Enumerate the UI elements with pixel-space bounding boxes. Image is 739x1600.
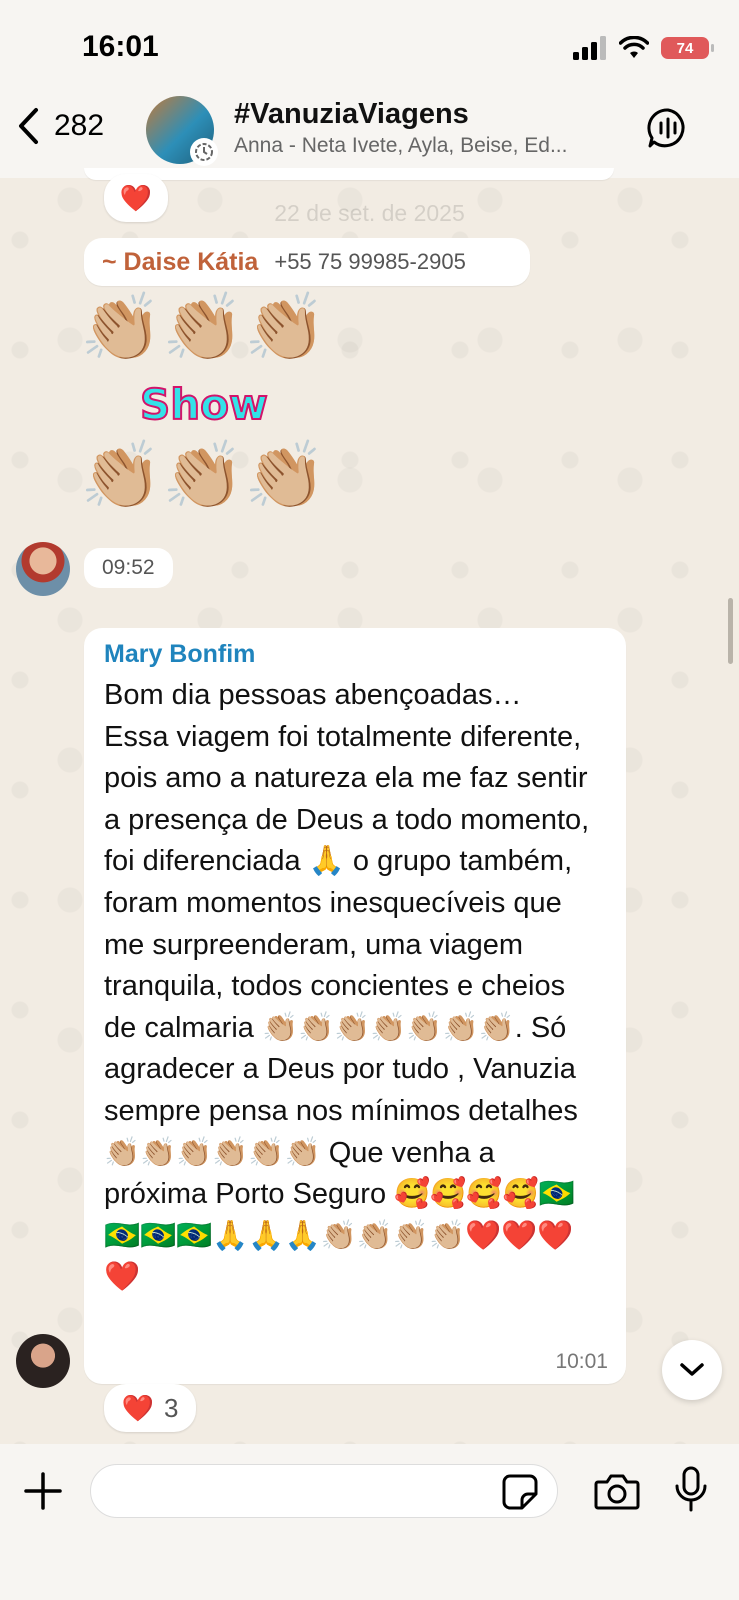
group-call-icon (647, 108, 685, 148)
scrollbar[interactable] (728, 598, 733, 664)
date-separator: 22 de set. de 2025 (274, 200, 465, 226)
microphone-icon (675, 1466, 707, 1512)
message-input[interactable] (90, 1464, 558, 1518)
message-time: 09:52 (84, 548, 173, 588)
group-call-button[interactable] (646, 106, 690, 155)
previous-message-bubble (84, 168, 614, 180)
attach-button[interactable] (24, 1472, 62, 1515)
compose-bar (0, 1444, 739, 1600)
sticker-text: Show (139, 379, 269, 430)
sender-header-bubble: ~ Daise Kátia +55 75 99985-2905 (84, 238, 530, 286)
group-members[interactable]: Anna - Neta Ivete, Ayla, Beise, Ed... (234, 134, 567, 158)
unread-count: 282 (54, 109, 105, 142)
camera-icon (594, 1474, 640, 1510)
back-button[interactable]: 282 (16, 106, 104, 146)
sender-phone[interactable]: +55 75 99985-2905 (274, 249, 465, 275)
battery-icon: 74 (661, 37, 714, 59)
camera-button[interactable] (594, 1472, 640, 1515)
sender-name[interactable]: ~ Daise Kátia (102, 248, 258, 277)
clap-sticker[interactable]: 👏🏼 👏🏼 👏🏼 Show 👏🏼 👏🏼 👏🏼 (80, 294, 350, 540)
message-text: Bom dia pessoas abençoadas… Essa viagem … (104, 679, 590, 1294)
clap-emoji: 👏🏼 (162, 438, 245, 512)
sticker-icon (502, 1474, 538, 1510)
status-time: 16:01 (82, 30, 159, 63)
wifi-icon (619, 36, 649, 58)
reaction-pill[interactable]: ❤️ 3 (104, 1384, 196, 1432)
sender-name[interactable]: Mary Bonfim (104, 640, 606, 669)
status-icons: 74 (573, 36, 714, 60)
clap-emoji: 👏🏼 (80, 438, 163, 512)
disappearing-timer-icon (190, 138, 218, 166)
avatar[interactable] (16, 542, 70, 596)
chat-header: 282 #VanuziaViagens Anna - Neta Ivete, A… (0, 92, 739, 178)
clap-emoji: 👏🏼 (162, 290, 245, 364)
scroll-down-button[interactable] (662, 1340, 722, 1400)
avatar[interactable] (16, 1334, 70, 1388)
message-time: 10:01 (555, 1350, 608, 1373)
status-bar: 16:01 74 (0, 0, 739, 92)
clap-emoji: 👏🏼 (244, 290, 327, 364)
message-bubble[interactable]: Mary Bonfim Bom dia pessoas abençoadas… … (84, 628, 626, 1384)
signal-icon (573, 36, 606, 60)
reaction-emoji: ❤️ (121, 1392, 154, 1423)
clap-emoji: 👏🏼 (80, 290, 163, 364)
microphone-button[interactable] (674, 1466, 708, 1519)
plus-icon (24, 1472, 62, 1510)
sticker-button[interactable] (502, 1474, 538, 1515)
reaction-count: 3 (163, 1392, 179, 1423)
clap-emoji: 👏🏼 (244, 438, 327, 512)
chevron-left-icon (19, 108, 38, 144)
chevron-down-icon (680, 1363, 704, 1376)
battery-level: 74 (676, 39, 694, 57)
group-title[interactable]: #VanuziaViagens (234, 98, 469, 131)
